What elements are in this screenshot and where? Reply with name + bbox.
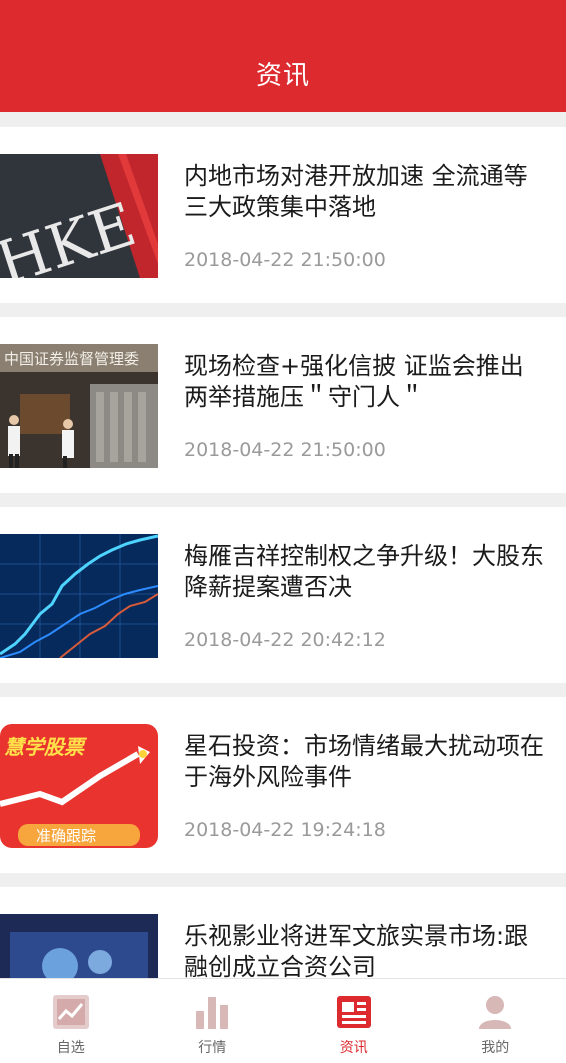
news-title: 现场检查+强化信披 证监会推出两举措施压＂守门人＂ — [184, 352, 524, 411]
news-item[interactable]: 梅雁吉祥控制权之争升级！大股东降薪提案遭否决 2018-04-22 20:42:… — [0, 507, 566, 683]
tab-label: 自选 — [56, 1040, 85, 1056]
news-item[interactable]: 慧学股票 准确跟踪 星石投资：市场情绪最大扰动项在于海外风险事件 2018-04… — [0, 697, 566, 873]
news-thumbnail: 慧学股票 准确跟踪 — [0, 724, 158, 848]
news-time: 2018-04-22 19:24:18 — [184, 819, 386, 841]
tab-label: 行情 — [198, 1040, 227, 1056]
news-feed[interactable]: HKE 内地市场对港开放加速 全流通等三大政策集中落地 2018-04-22 2… — [0, 112, 566, 978]
news-icon — [334, 993, 374, 1031]
ad-title-text: 慧学股票 — [4, 735, 88, 759]
news-title: 内地市场对港开放加速 全流通等三大政策集中落地 — [184, 162, 528, 221]
news-title: 星石投资：市场情绪最大扰动项在于海外风险事件 — [184, 732, 544, 791]
news-thumbnail — [0, 914, 158, 978]
bottom-tab-bar: 自选 行情 资讯 我的 — [0, 978, 566, 1063]
ad-button-text: 准确跟踪 — [36, 827, 96, 845]
news-title: 乐视影业将进军文旅实景市场:跟融创成立合资公司 — [184, 922, 529, 978]
news-title: 梅雁吉祥控制权之争升级！大股东降薪提案遭否决 — [184, 542, 544, 601]
tab-watchlist[interactable]: 自选 — [0, 979, 142, 1063]
bar-chart-icon — [192, 993, 232, 1031]
watchlist-chart-icon — [51, 993, 91, 1031]
user-icon — [475, 993, 515, 1031]
tab-market[interactable]: 行情 — [142, 979, 284, 1063]
news-item[interactable]: 乐视影业将进军文旅实景市场:跟融创成立合资公司 — [0, 887, 566, 978]
news-item[interactable]: 中国证券监督管理委 现场检查+强化信披 证监会推出两举措施压＂守门人＂ 2018… — [0, 317, 566, 493]
news-item[interactable]: HKE 内地市场对港开放加速 全流通等三大政策集中落地 2018-04-22 2… — [0, 127, 566, 303]
news-time: 2018-04-22 20:42:12 — [184, 629, 386, 651]
tab-label: 我的 — [481, 1040, 510, 1056]
csrc-sign-text: 中国证券监督管理委 — [4, 350, 139, 368]
news-thumbnail: HKE — [0, 154, 158, 278]
tab-label: 资讯 — [339, 1040, 368, 1056]
app-screen: 资讯 HKE 内地市场对港开放加速 全流通等三大政策集中落地 2018-04-2… — [0, 0, 566, 1063]
tab-news[interactable]: 资讯 — [283, 979, 425, 1063]
news-thumbnail — [0, 534, 158, 658]
top-bar: 资讯 — [0, 0, 566, 112]
news-time: 2018-04-22 21:50:00 — [184, 249, 386, 271]
page-title: 资讯 — [255, 61, 310, 91]
news-time: 2018-04-22 21:50:00 — [184, 439, 386, 461]
tab-profile[interactable]: 我的 — [425, 979, 566, 1063]
news-thumbnail: 中国证券监督管理委 — [0, 344, 158, 468]
